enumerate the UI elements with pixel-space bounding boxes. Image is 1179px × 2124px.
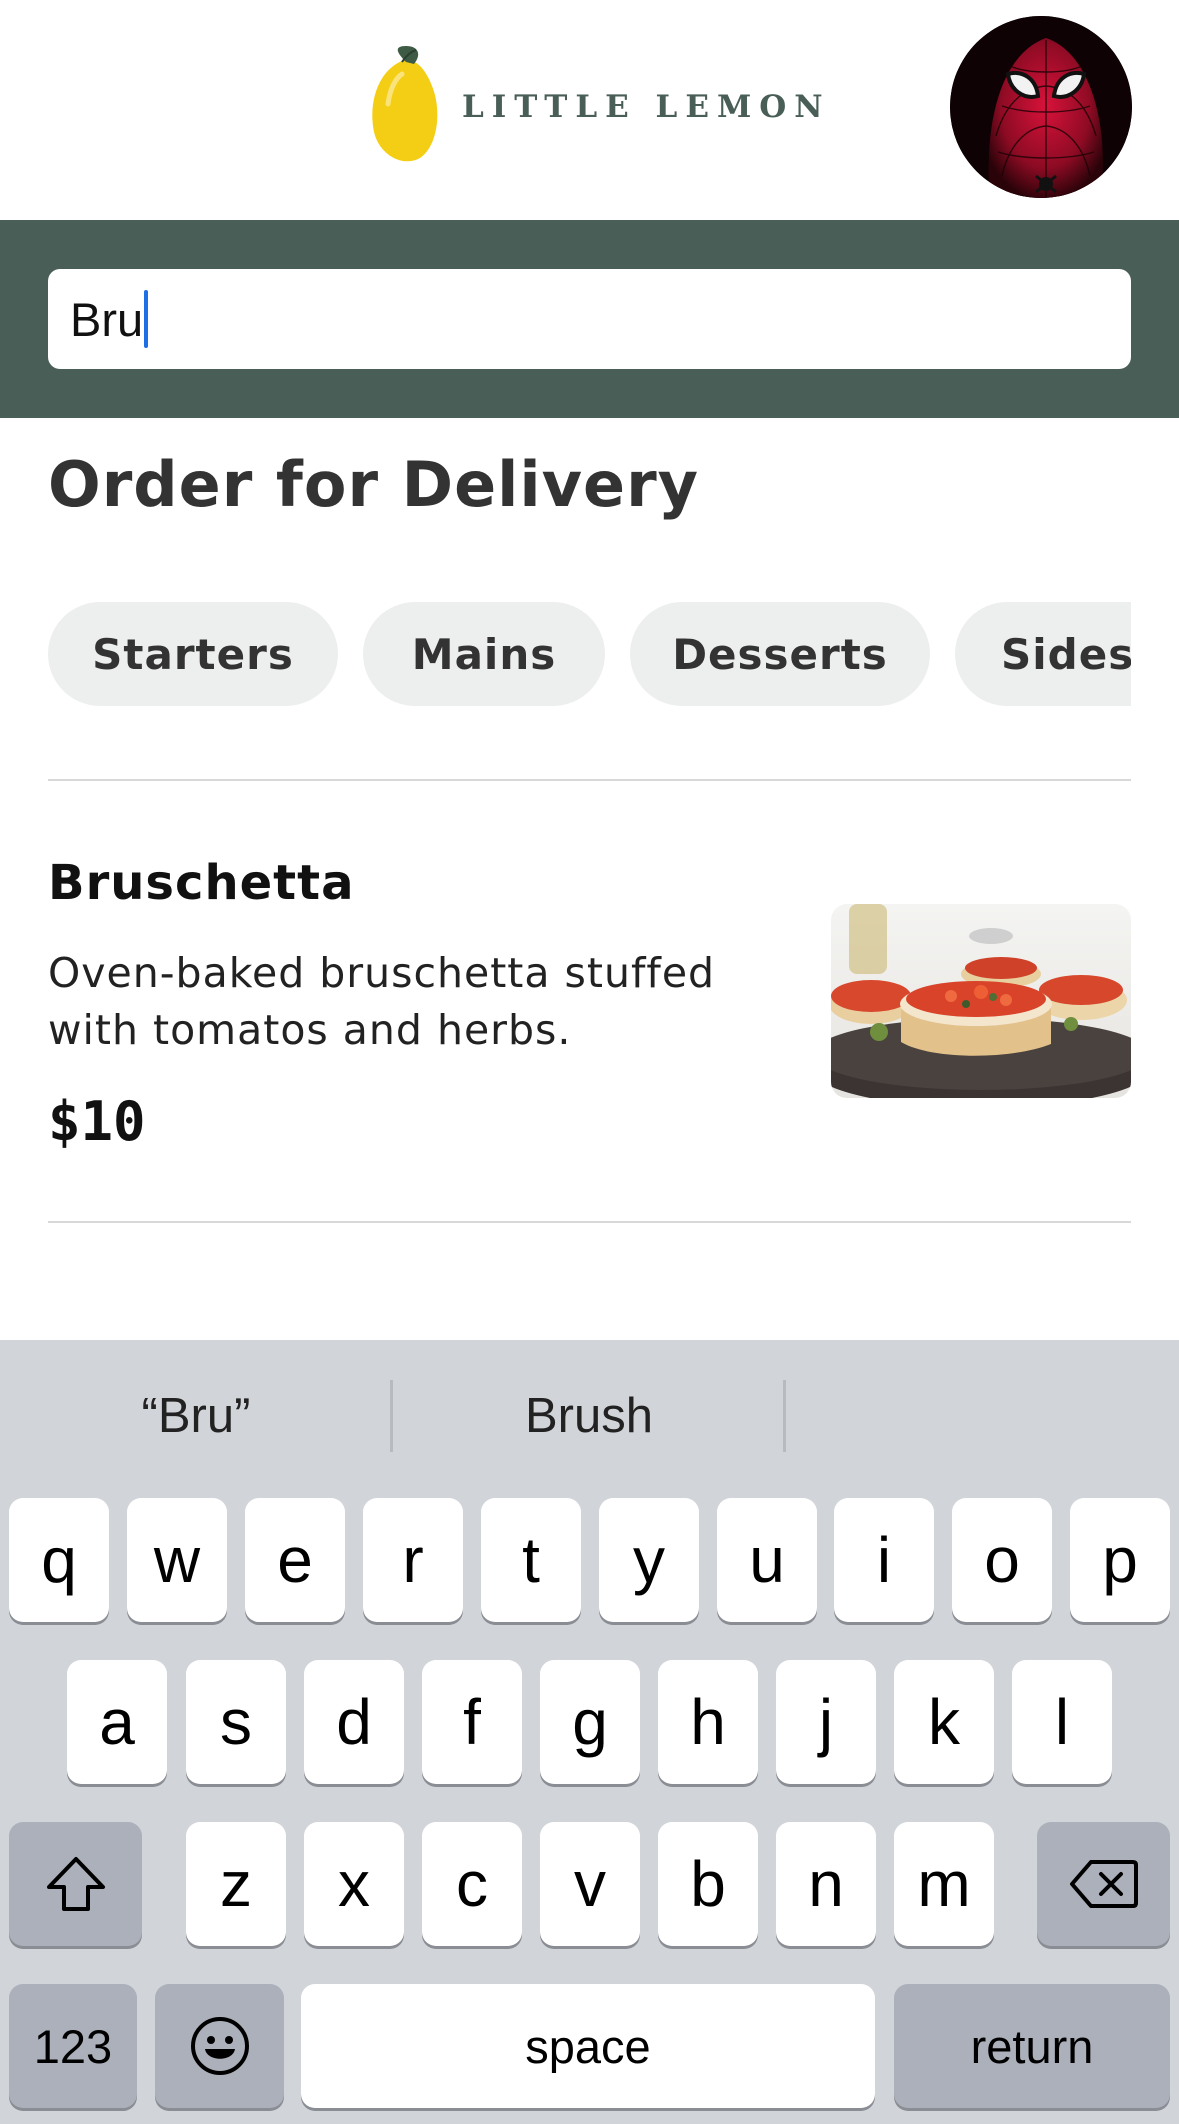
key-i[interactable]: i: [834, 1498, 934, 1622]
search-value: Bru: [70, 292, 144, 346]
key-j[interactable]: j: [776, 1660, 876, 1784]
app-header: LITTLE LEMON: [0, 0, 1179, 220]
category-chips: Starters Mains Desserts Sides: [48, 602, 1131, 708]
menu-item-description: Oven-baked bruschetta stuffed with tomat…: [48, 949, 716, 1054]
emoji-icon: [190, 2017, 249, 2075]
category-chip-mains[interactable]: Mains: [363, 602, 605, 706]
key-s[interactable]: s: [186, 1660, 286, 1784]
key-q[interactable]: q: [9, 1498, 109, 1622]
key-r[interactable]: r: [363, 1498, 463, 1622]
key-e[interactable]: e: [245, 1498, 345, 1622]
delete-key[interactable]: [1037, 1822, 1170, 1946]
key-n[interactable]: n: [776, 1822, 876, 1946]
search-input[interactable]: Bru: [48, 269, 1131, 369]
key-t[interactable]: t: [481, 1498, 581, 1622]
text-caret: [144, 290, 149, 348]
suggestion-literal[interactable]: “Bru”: [0, 1380, 392, 1452]
key-f[interactable]: f: [422, 1660, 522, 1784]
shift-icon: [46, 1857, 105, 1911]
category-chip-starters[interactable]: Starters: [48, 602, 338, 706]
key-k[interactable]: k: [894, 1660, 994, 1784]
key-h[interactable]: h: [658, 1660, 758, 1784]
suggestion-brush[interactable]: Brush: [393, 1380, 785, 1452]
key-y[interactable]: y: [599, 1498, 699, 1622]
key-l[interactable]: l: [1012, 1660, 1112, 1784]
menu-item-photo: [831, 904, 1131, 1098]
profile-avatar[interactable]: [950, 16, 1132, 198]
category-chip-desserts[interactable]: Desserts: [630, 602, 930, 706]
key-c[interactable]: c: [422, 1822, 522, 1946]
little-lemon-logo: LITTLE LEMON: [366, 44, 831, 169]
key-d[interactable]: d: [304, 1660, 404, 1784]
key-z[interactable]: z: [186, 1822, 286, 1946]
key-m[interactable]: m: [894, 1822, 994, 1946]
on-screen-keyboard: “Bru” Brush q w e r t y u i o p a s d f …: [0, 1340, 1179, 2124]
key-u[interactable]: u: [717, 1498, 817, 1622]
space-key[interactable]: space: [301, 1984, 875, 2108]
key-x[interactable]: x: [304, 1822, 404, 1946]
predictive-suggestions: “Bru” Brush: [0, 1340, 1179, 1490]
key-w[interactable]: w: [127, 1498, 227, 1622]
return-key[interactable]: return: [894, 1984, 1170, 2108]
key-v[interactable]: v: [540, 1822, 640, 1946]
divider: [48, 779, 1131, 781]
key-b[interactable]: b: [658, 1822, 758, 1946]
backspace-icon: [1069, 1860, 1138, 1908]
emoji-key[interactable]: [155, 1984, 284, 2108]
numbers-key[interactable]: 123: [9, 1984, 137, 2108]
menu-item-price: $10: [48, 1090, 146, 1153]
menu-item-name: Bruschetta: [48, 855, 355, 911]
divider: [48, 1221, 1131, 1223]
hero-banner: Bru: [0, 220, 1179, 418]
suggestion-empty[interactable]: [786, 1380, 1178, 1452]
category-chip-sides[interactable]: Sides: [955, 602, 1131, 706]
key-a[interactable]: a: [67, 1660, 167, 1784]
key-p[interactable]: p: [1070, 1498, 1170, 1622]
lemon-icon: [372, 46, 438, 162]
key-o[interactable]: o: [952, 1498, 1052, 1622]
logo-text: LITTLE LEMON: [462, 88, 831, 125]
shift-key[interactable]: [9, 1822, 142, 1946]
page-title: Order for Delivery: [48, 448, 700, 521]
key-g[interactable]: g: [540, 1660, 640, 1784]
